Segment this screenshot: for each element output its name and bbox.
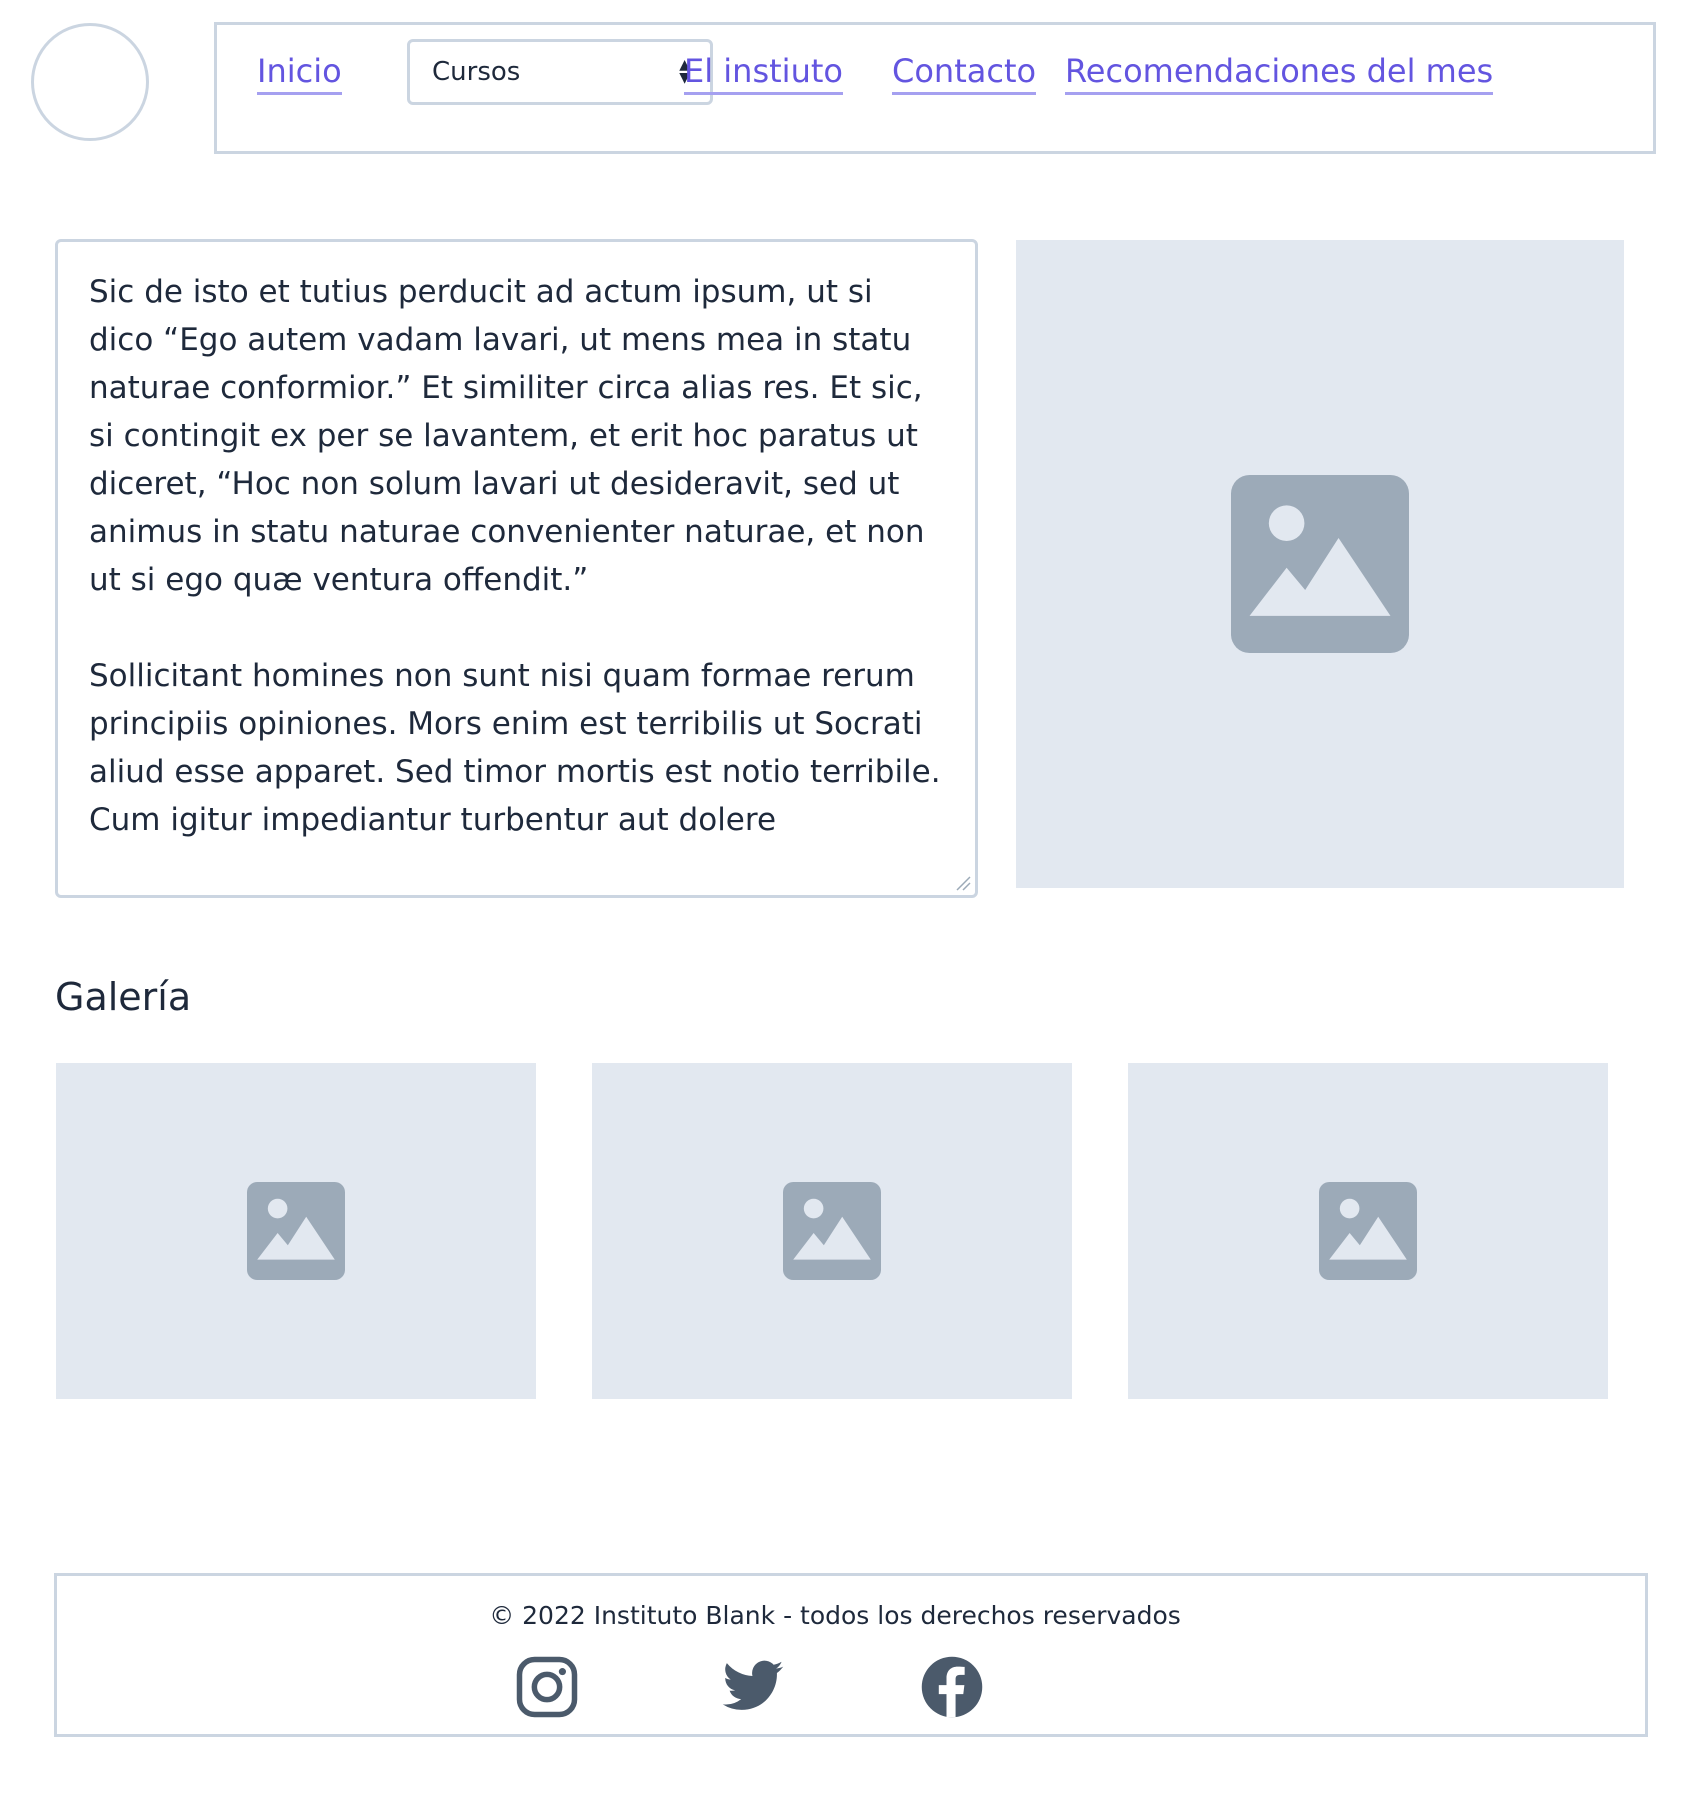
instagram-icon[interactable]	[514, 1654, 580, 1720]
cursos-select[interactable]: Cursos ▲ ▼	[407, 39, 713, 105]
image-placeholder-icon	[247, 1182, 345, 1280]
gallery-title: Galería	[55, 975, 192, 1019]
footer: © 2022 Instituto Blank - todos los derec…	[54, 1573, 1648, 1737]
nav-link-inicio[interactable]: Inicio	[257, 51, 342, 95]
cursos-select-value: Cursos	[432, 57, 521, 87]
image-placeholder-icon	[783, 1182, 881, 1280]
hero-image	[1016, 240, 1624, 888]
copyright-text: © 2022 Instituto Blank - todos los derec…	[489, 1601, 1181, 1630]
nav-link-el-instituto[interactable]: El instiuto	[684, 51, 843, 95]
twitter-icon[interactable]	[720, 1654, 786, 1720]
gallery-image-3	[1128, 1063, 1608, 1399]
image-placeholder-icon	[1319, 1182, 1417, 1280]
gallery-image-1	[56, 1063, 536, 1399]
main-nav: Inicio Cursos ▲ ▼ El instiuto Contacto Re…	[214, 22, 1656, 154]
gallery-image-2	[592, 1063, 1072, 1399]
nav-link-contacto[interactable]: Contacto	[892, 51, 1037, 95]
text-paragraph-2: Sollicitant homines non sunt nisi quam f…	[89, 658, 941, 838]
text-paragraph-1: Sic de isto et tutius perducit ad actum …	[89, 274, 925, 598]
logo	[31, 23, 149, 141]
resize-grip-icon[interactable]	[955, 875, 971, 891]
text-area[interactable]: Sic de isto et tutius perducit ad actum …	[55, 239, 978, 898]
facebook-icon[interactable]	[919, 1654, 985, 1720]
nav-link-recomendaciones[interactable]: Recomendaciones del mes	[1065, 51, 1494, 95]
image-placeholder-icon	[1231, 475, 1409, 653]
